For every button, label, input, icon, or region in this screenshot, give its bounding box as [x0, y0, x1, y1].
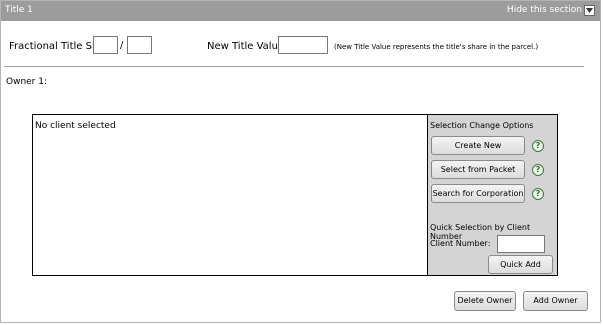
select-from-packet-button[interactable]: Select from Packet — [431, 160, 525, 179]
owner-label: Owner 1: — [6, 77, 48, 87]
client-number-label: Client Number: — [430, 239, 491, 248]
hide-section-link[interactable]: Hide this section — [507, 5, 582, 15]
fraction-separator: / — [120, 40, 124, 51]
section-title: Title 1 — [5, 5, 33, 15]
collapse-section-icon[interactable] — [584, 5, 595, 16]
new-title-value-input[interactable] — [278, 36, 328, 54]
selection-options-panel: Selection Change Options Create New ? Se… — [428, 114, 558, 276]
section-divider — [4, 66, 584, 67]
client-number-input[interactable] — [497, 235, 545, 253]
search-corporation-button[interactable]: Search for Corporation — [431, 184, 525, 203]
client-display-panel: No client selected — [32, 114, 428, 276]
delete-owner-button[interactable]: Delete Owner — [454, 291, 516, 311]
help-icon[interactable]: ? — [532, 140, 544, 152]
quick-add-button[interactable]: Quick Add — [488, 255, 553, 274]
section-header: Title 1 Hide this section — [1, 1, 600, 21]
client-status-text: No client selected — [35, 121, 116, 131]
help-icon[interactable]: ? — [532, 188, 544, 200]
create-new-button[interactable]: Create New — [431, 136, 525, 155]
fraction-denominator-input[interactable] — [127, 36, 152, 54]
fraction-numerator-input[interactable] — [93, 36, 118, 54]
new-title-value-note: (New Title Value represents the title's … — [334, 43, 539, 51]
selection-options-heading: Selection Change Options — [430, 121, 534, 130]
help-icon[interactable]: ? — [532, 164, 544, 176]
add-owner-button[interactable]: Add Owner — [523, 291, 588, 311]
